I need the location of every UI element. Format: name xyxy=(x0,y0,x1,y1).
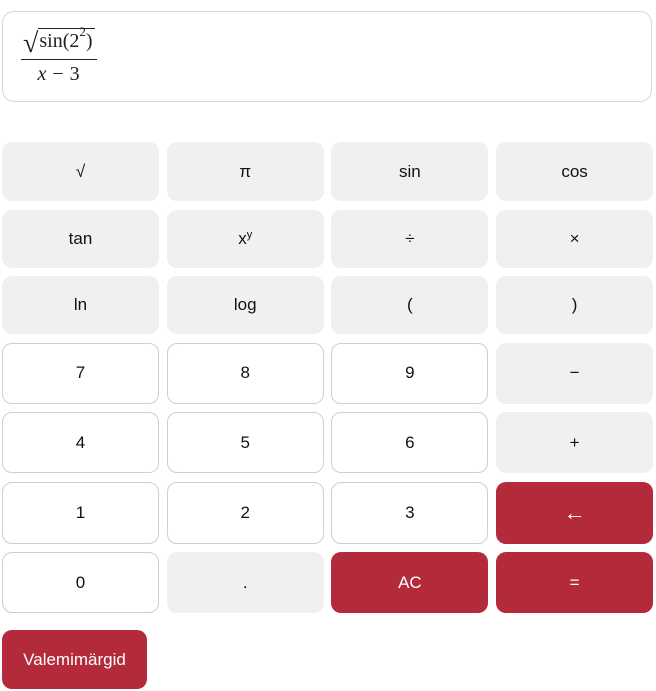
equals-button[interactable]: = xyxy=(496,552,654,613)
digit-3-button[interactable]: 3 xyxy=(331,481,489,544)
fraction: √ sin(22) x − 3 xyxy=(21,25,97,86)
radicand-close: ) xyxy=(85,30,93,52)
backspace-button[interactable]: ← xyxy=(496,481,654,544)
digit-4-button[interactable]: 4 xyxy=(2,412,159,473)
ln-button[interactable]: ln xyxy=(2,276,159,334)
digit-0-button[interactable]: 0 xyxy=(2,552,159,613)
digit-5-button[interactable]: 5 xyxy=(166,412,324,473)
digit-6-button[interactable]: 6 xyxy=(331,412,489,473)
radicand: sin(22) xyxy=(38,25,95,53)
power-exponent: y xyxy=(246,228,253,241)
digit-7-button[interactable]: 7 xyxy=(2,342,159,404)
radicand-exponent: 2 xyxy=(79,24,86,40)
denominator-rest: − 3 xyxy=(46,63,81,85)
power-button[interactable]: xy xyxy=(166,209,324,268)
digit-2-button[interactable]: 2 xyxy=(166,481,324,544)
right-paren-button[interactable]: ) xyxy=(496,276,654,334)
decimal-point-button[interactable]: . xyxy=(166,552,324,613)
clear-button[interactable]: AC xyxy=(331,552,489,613)
radical-icon: √ xyxy=(23,28,39,59)
left-paren-button[interactable]: ( xyxy=(331,276,489,334)
power-base: x xyxy=(238,228,247,248)
keypad: √ π sin cos tan xy ÷ × ln log ( ) 7 8 9 … xyxy=(2,142,654,613)
radicand-base: sin(2 xyxy=(39,30,80,52)
sin-button[interactable]: sin xyxy=(331,142,489,201)
pi-button[interactable]: π xyxy=(166,142,324,201)
formula-symbols-button[interactable]: Valemimärgid xyxy=(2,630,147,689)
multiply-button[interactable]: × xyxy=(496,209,654,268)
denominator-variable: x xyxy=(37,63,47,85)
cos-button[interactable]: cos xyxy=(496,142,654,201)
digit-1-button[interactable]: 1 xyxy=(2,481,159,544)
log-button[interactable]: log xyxy=(166,276,324,334)
divide-button[interactable]: ÷ xyxy=(331,209,489,268)
tan-button[interactable]: tan xyxy=(2,209,159,268)
fraction-denominator: x − 3 xyxy=(37,60,80,86)
digit-8-button[interactable]: 8 xyxy=(166,342,324,404)
plus-button[interactable]: + xyxy=(496,412,654,473)
fraction-numerator: √ sin(22) xyxy=(21,25,97,60)
minus-button[interactable]: − xyxy=(496,342,654,404)
digit-9-button[interactable]: 9 xyxy=(331,342,489,404)
formula: √ sin(22) x − 3 xyxy=(21,25,97,86)
expression-display[interactable]: √ sin(22) x − 3 xyxy=(2,11,652,102)
sqrt-button[interactable]: √ xyxy=(2,142,159,201)
